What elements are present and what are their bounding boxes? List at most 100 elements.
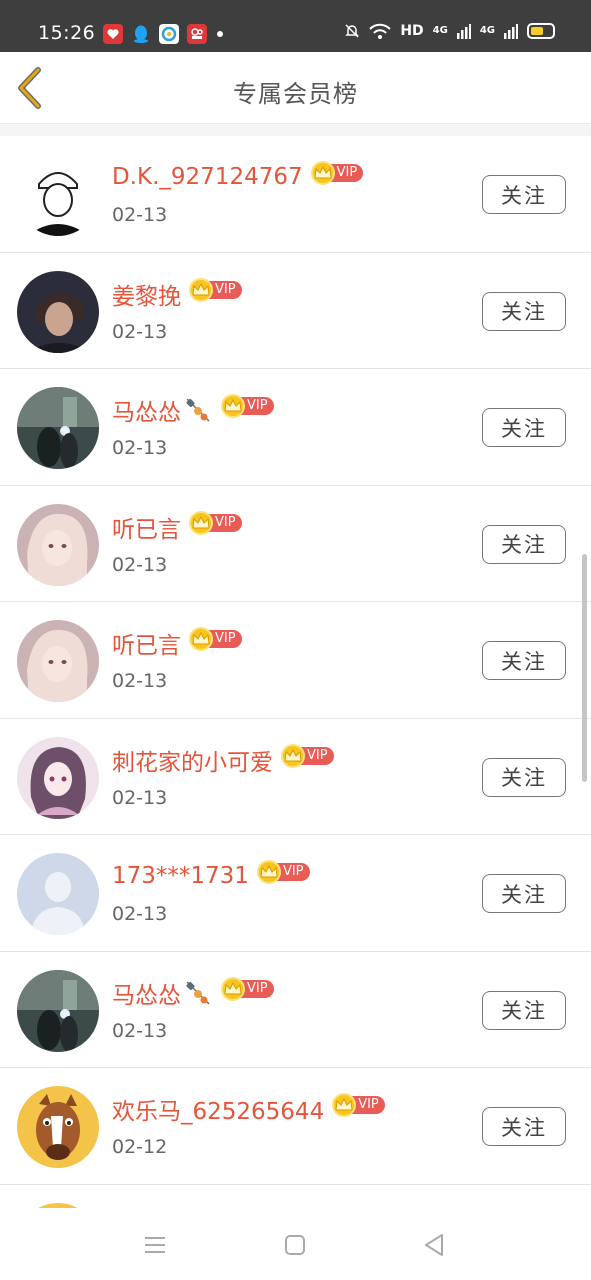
follow-button[interactable]: 关注 [482,990,566,1030]
hd-indicator: HD [400,23,424,39]
avatar[interactable] [17,154,99,236]
vip-badge: VIP [189,627,242,651]
avatar[interactable] [17,736,99,819]
member-row[interactable]: 姜黎挽 VIP 02-13 关注 [0,252,591,369]
page-title: 专属会员榜 [233,80,358,108]
member-date: 02-13 [112,1019,168,1042]
video-app-icon [187,24,207,44]
mute-bell-icon [345,24,360,38]
member-name[interactable]: 姜黎挽 [112,277,181,311]
member-name-line: 欢乐马_625265644 VIP [112,1092,385,1126]
home-button[interactable] [280,1230,310,1260]
status-bar: 15:26 HD 4G 4G [0,0,591,52]
signal-bars-icon-2 [504,24,518,39]
signal-4g-indicator-2: 4G [479,25,495,36]
crown-icon [189,627,213,651]
avatar[interactable] [17,270,99,353]
wifi-icon [369,23,392,39]
follow-button[interactable]: 关注 [482,408,566,447]
member-name-line: 听已言 VIP [112,626,242,660]
avatar[interactable] [17,1086,99,1168]
follow-button[interactable]: 关注 [482,291,566,331]
avatar[interactable] [17,620,99,702]
signal-bars-icon [456,24,471,39]
member-name[interactable]: 刺花家的小可爱 [112,743,273,777]
member-date: 02-13 [112,670,168,692]
crown-icon [310,161,335,185]
member-name[interactable]: 马怂怂 [112,393,181,427]
member-date: 02-13 [112,437,168,459]
avatar[interactable] [17,969,99,1052]
member-row[interactable]: 173***1731 VIP 02-13 关注 [0,835,591,952]
crown-icon [189,277,213,302]
back-nav-button[interactable] [420,1230,450,1260]
member-name-line: 刺花家的小可爱 VIP [112,743,334,777]
qq-icon [131,24,151,44]
heart-app-icon [103,24,123,44]
avatar[interactable] [17,503,99,586]
member-name-line: 听已言 VIP [112,510,242,544]
battery-icon [527,23,555,39]
signal-4g-indicator: 4G [432,25,448,36]
follow-button[interactable]: 关注 [482,1107,566,1146]
crown-icon [189,510,213,535]
member-date: 02-13 [112,903,168,925]
member-name[interactable]: 马怂怂 [112,976,181,1010]
member-name-line: 173***1731 VIP [112,860,310,891]
member-row-partial[interactable] [0,1184,591,1208]
menu-icon [145,1237,165,1253]
member-row[interactable]: 听已言 VIP 02-13 关注 [0,485,591,602]
vip-badge: VIP [310,161,364,185]
vip-badge: VIP [281,743,334,768]
skewer-icon [183,397,213,423]
notification-icons [103,24,223,44]
member-row[interactable]: 马怂怂 VIP 02-13 关注 [0,369,591,486]
member-row[interactable]: 听已言 VIP 02-13 关注 [0,602,591,719]
member-name[interactable]: 听已言 [112,510,181,544]
skewer-icon [183,980,213,1006]
member-date: 02-13 [112,320,168,343]
follow-button[interactable]: 关注 [482,524,566,564]
member-row[interactable]: D.K._927124767 VIP 02-13 关注 [0,136,591,253]
member-row[interactable]: 欢乐马_625265644 VIP 02-12 关注 [0,1068,591,1185]
system-nav-bar [0,1208,591,1280]
member-name[interactable]: D.K._927124767 [112,164,303,190]
crown-icon [221,976,245,1001]
vip-badge: VIP [221,394,274,418]
member-name[interactable]: 听已言 [112,626,181,660]
status-time: 15:26 [38,22,96,44]
member-row[interactable]: 马怂怂 VIP 02-13 关注 [0,951,591,1068]
vip-badge: VIP [221,976,274,1001]
member-name-line: D.K._927124767 VIP [112,161,364,192]
home-square-icon [285,1235,305,1255]
vip-badge: VIP [256,860,310,884]
crown-icon [221,394,245,418]
member-date: 02-12 [112,1136,168,1158]
member-name-line: 马怂怂 VIP [112,976,274,1010]
member-list[interactable]: D.K._927124767 VIP 02-13 关注 姜黎挽 VIP 02-13 关注 马怂怂… [0,136,591,1208]
member-name[interactable]: 173***1731 [112,863,249,889]
follow-button[interactable]: 关注 [482,757,566,797]
avatar[interactable] [17,387,99,469]
member-date: 02-13 [112,553,168,576]
list-top-divider [0,124,591,136]
system-icons: HD 4G 4G [344,23,555,39]
scrollbar[interactable] [582,554,587,782]
follow-button[interactable]: 关注 [482,874,566,913]
follow-button[interactable]: 关注 [482,641,566,680]
more-notifications-dot [217,31,223,37]
crown-icon [256,860,281,884]
vip-badge: VIP [332,1093,385,1117]
member-name[interactable]: 欢乐马_625265644 [112,1092,324,1126]
member-name-line: 马怂怂 VIP [112,393,274,427]
member-name-line: 姜黎挽 VIP [112,277,242,311]
app-header: 专属会员榜 [0,52,591,124]
member-date: 02-13 [112,204,168,226]
menu-button[interactable] [140,1230,170,1260]
member-date: 02-13 [112,786,168,809]
vip-badge: VIP [189,277,242,302]
avatar[interactable] [17,853,99,935]
back-triangle-icon [425,1234,443,1256]
member-row[interactable]: 刺花家的小可爱 VIP 02-13 关注 [0,718,591,835]
follow-button[interactable]: 关注 [482,175,566,214]
